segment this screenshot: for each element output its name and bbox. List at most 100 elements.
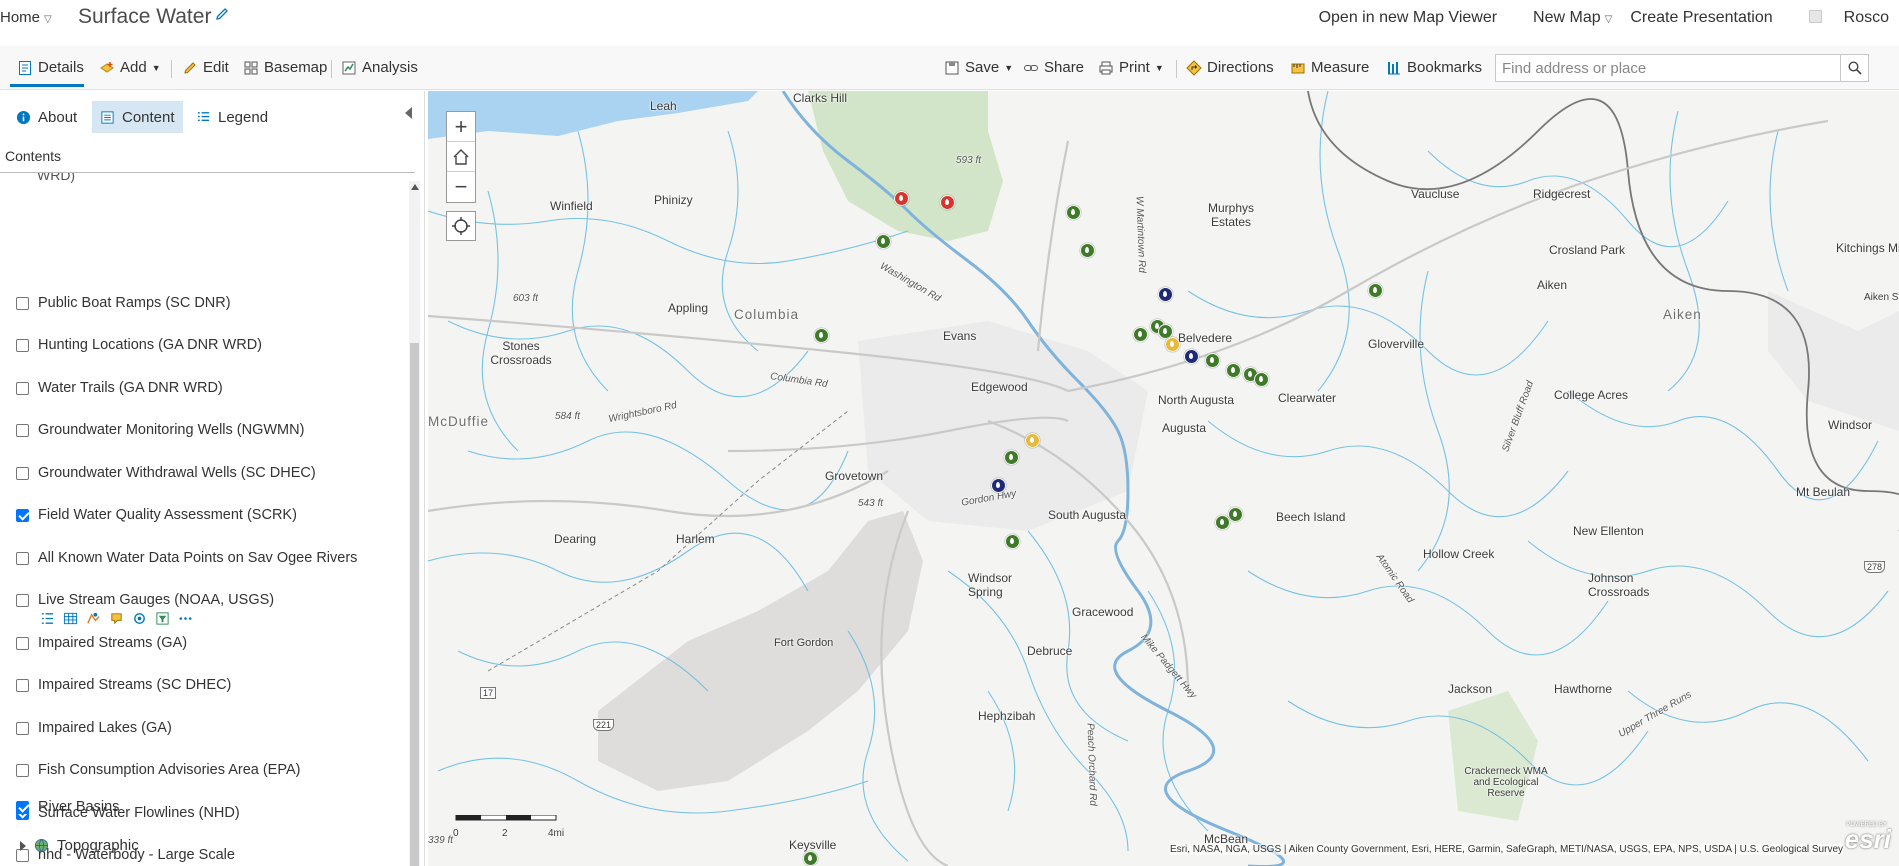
layer-checkbox[interactable] — [16, 678, 29, 692]
water-quality-point[interactable] — [894, 191, 909, 206]
table-icon[interactable] — [63, 611, 78, 626]
water-quality-point[interactable] — [1228, 507, 1243, 522]
locate-button[interactable] — [446, 211, 476, 241]
toolbar-divider — [1176, 60, 1177, 78]
tab-legend[interactable]: Legend — [188, 101, 276, 133]
layer-checkbox[interactable] — [16, 381, 29, 395]
layer-item[interactable]: Groundwater Withdrawal Wells (SC DHEC) — [16, 463, 316, 483]
layer-item[interactable]: Public Boat Ramps (SC DNR) — [16, 293, 231, 313]
show-legend-icon[interactable] — [40, 611, 55, 626]
create-presentation-link[interactable]: Create Presentation — [1630, 9, 1772, 27]
filter-icon[interactable] — [155, 611, 170, 626]
print-button[interactable]: Print ▼ — [1098, 59, 1164, 76]
place-label: Crackerneck WMA and Ecological Reserve — [1464, 766, 1548, 799]
tab-content-label: Content — [122, 108, 175, 126]
water-quality-point[interactable] — [940, 195, 955, 210]
layer-item[interactable]: Impaired Lakes (GA) — [16, 718, 172, 738]
bookmarks-button[interactable]: Bookmarks — [1386, 59, 1482, 76]
water-quality-point[interactable] — [1133, 327, 1148, 342]
water-quality-point[interactable] — [1184, 349, 1199, 364]
layer-item[interactable]: Field Water Quality Assessment (SCRK) — [16, 505, 297, 525]
change-style-icon[interactable] — [86, 611, 101, 626]
water-quality-point[interactable] — [1158, 287, 1173, 302]
layer-checkbox[interactable] — [16, 593, 29, 607]
map-attribution[interactable]: Esri, NASA, NGA, USGS | Aiken County Gov… — [1170, 844, 1844, 855]
water-quality-point[interactable] — [803, 851, 818, 866]
share-button[interactable]: Share — [1023, 59, 1084, 76]
scroll-up-arrow-icon[interactable] — [411, 184, 419, 190]
water-quality-point[interactable] — [1004, 450, 1019, 465]
search-button[interactable] — [1840, 55, 1868, 81]
layer-checkbox[interactable] — [16, 338, 29, 352]
home-extent-button[interactable] — [447, 142, 475, 172]
water-quality-point[interactable] — [1205, 353, 1220, 368]
place-label: Edgewood — [971, 380, 1028, 394]
directions-label: Directions — [1207, 59, 1274, 76]
analysis-button[interactable]: Analysis — [341, 59, 418, 76]
save-button[interactable]: Save ▼ — [944, 59, 1013, 76]
layer-item[interactable]: Live Stream Gauges (NOAA, USGS) — [16, 590, 274, 610]
layer-checkbox[interactable] — [16, 296, 29, 310]
layer-item[interactable]: Groundwater Monitoring Wells (NGWMN) — [16, 420, 304, 440]
new-map-menu[interactable]: New Map ▽ — [1515, 9, 1612, 27]
layer-label: Public Boat Ramps (SC DNR) — [38, 295, 231, 311]
more-options-icon[interactable] — [178, 611, 193, 626]
layer-checkbox[interactable] — [16, 721, 29, 735]
collapse-panel-icon[interactable] — [405, 107, 412, 119]
add-button[interactable]: Add ▼ — [99, 59, 161, 76]
layer-checkbox[interactable] — [16, 551, 29, 565]
topographic-basemap — [428, 91, 1899, 866]
water-quality-point[interactable] — [814, 328, 829, 343]
water-quality-point[interactable] — [1025, 433, 1040, 448]
water-quality-point[interactable] — [1226, 363, 1241, 378]
edit-button[interactable]: Edit — [182, 59, 229, 76]
layer-checkbox[interactable] — [16, 636, 29, 650]
water-quality-point[interactable] — [1066, 205, 1081, 220]
tab-content[interactable]: Content — [92, 101, 183, 133]
esri-logo[interactable]: esri — [1845, 824, 1891, 855]
measure-button[interactable]: Measure — [1290, 59, 1369, 76]
layer-checkbox[interactable] — [16, 508, 29, 522]
basemap-button[interactable]: Basemap — [243, 59, 327, 76]
water-quality-point[interactable] — [1080, 243, 1095, 258]
layer-item[interactable]: River Basins — [16, 797, 119, 817]
layer-item[interactable]: All Known Water Data Points on Sav Ogee … — [16, 548, 357, 568]
water-quality-point[interactable] — [1005, 534, 1020, 549]
place-label: Beech Island — [1276, 510, 1346, 524]
layer-item[interactable]: Water Trails (GA DNR WRD) — [16, 378, 223, 398]
place-label: Windsor — [1828, 418, 1873, 432]
water-quality-point[interactable] — [1368, 283, 1383, 298]
county-label: Aiken — [1663, 307, 1702, 322]
scrollbar-thumb[interactable] — [410, 343, 419, 866]
basemap-layer-item[interactable]: Topographic — [20, 837, 139, 854]
perform-analysis-icon[interactable] — [132, 611, 147, 626]
search-input[interactable] — [1496, 55, 1836, 81]
open-map-viewer-link[interactable]: Open in new Map Viewer — [1319, 9, 1497, 27]
layer-item[interactable]: Fish Consumption Advisories Area (EPA) — [16, 760, 300, 780]
layer-checkbox[interactable] — [16, 466, 29, 480]
user-menu[interactable]: Rosco — [1791, 9, 1889, 27]
home-menu[interactable]: Home ▽ — [0, 9, 52, 26]
layer-item[interactable]: Impaired Streams (SC DHEC) — [16, 675, 231, 695]
place-label: Windsor Spring — [968, 571, 1013, 599]
layer-checkbox[interactable] — [16, 423, 29, 437]
tab-about[interactable]: About — [8, 101, 85, 133]
layer-item[interactable]: Hunting Locations (GA DNR WRD) — [16, 335, 262, 355]
water-quality-point[interactable] — [1254, 372, 1269, 387]
zoom-out-button[interactable]: − — [447, 172, 475, 202]
water-quality-point[interactable] — [876, 234, 891, 249]
details-button[interactable]: Details — [17, 59, 84, 76]
layer-checkbox[interactable] — [16, 763, 29, 777]
layer-item[interactable]: Impaired Streams (GA) — [16, 633, 187, 653]
water-quality-point[interactable] — [1215, 515, 1230, 530]
directions-button[interactable]: Directions — [1186, 59, 1274, 76]
map-view[interactable]: Clarks Hill Leah Phinizy Winfield Applin… — [428, 91, 1899, 866]
water-quality-point[interactable] — [991, 478, 1006, 493]
water-quality-point[interactable] — [1165, 337, 1180, 352]
configure-popup-icon[interactable] — [109, 611, 124, 626]
edit-title-pencil-icon[interactable] — [214, 6, 230, 22]
zoom-in-button[interactable]: + — [447, 112, 475, 142]
layer-checkbox[interactable] — [16, 800, 29, 814]
expand-arrow-icon[interactable] — [20, 840, 26, 851]
panel-tabs: About Content Legend — [0, 101, 425, 135]
